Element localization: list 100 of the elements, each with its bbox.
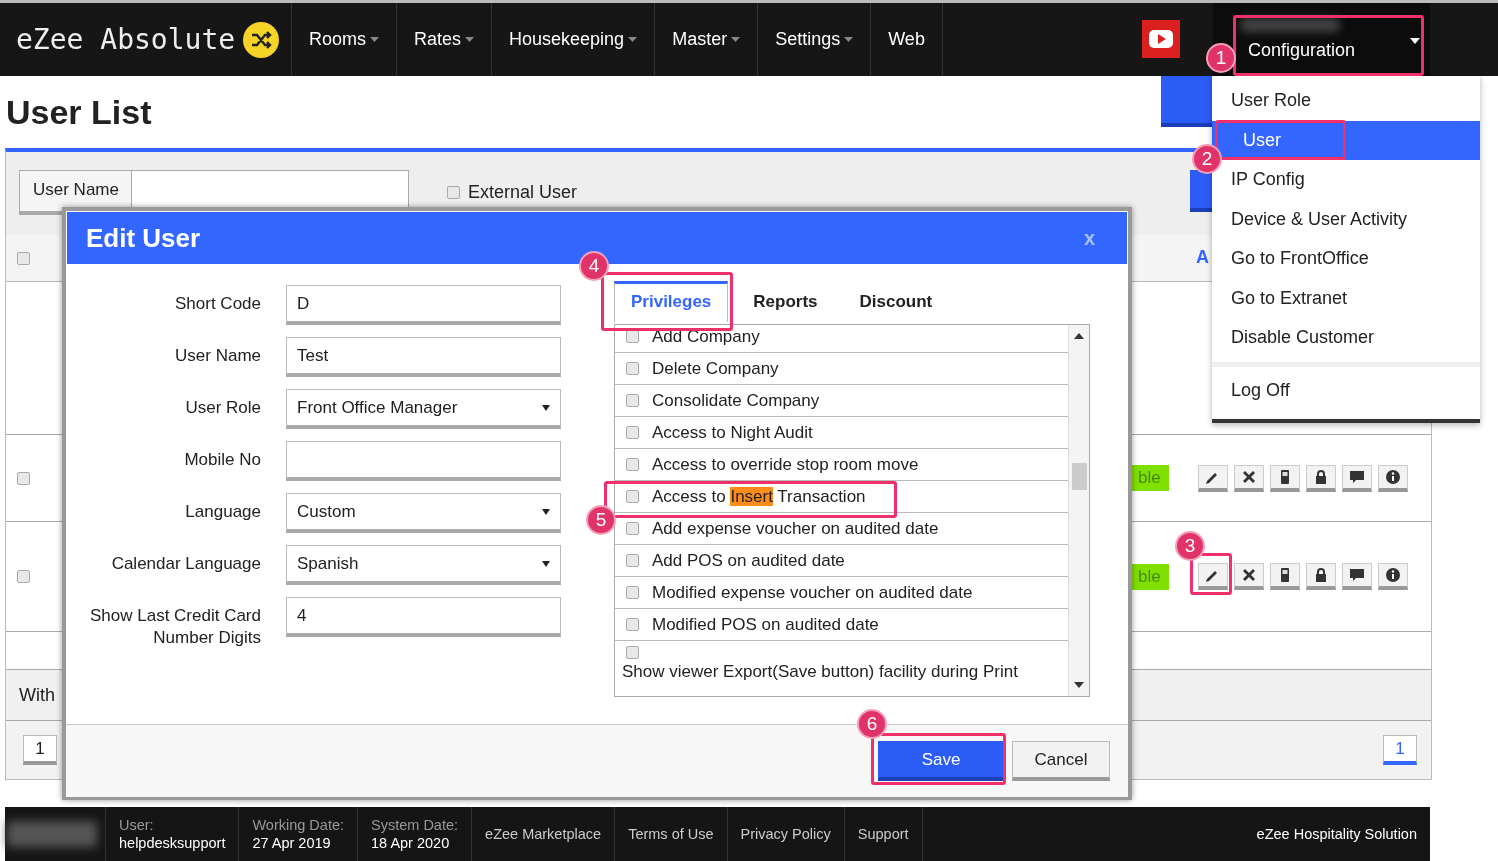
info-icon [1384, 467, 1402, 486]
info-button[interactable] [1378, 563, 1408, 590]
checkbox[interactable] [17, 471, 30, 485]
save-button[interactable]: Save [878, 741, 1004, 781]
field-label: User Name [174, 345, 261, 367]
page-button[interactable]: 1 [23, 735, 57, 765]
footer-link[interactable]: eZee Marketplace [472, 807, 616, 861]
footer-link[interactable]: Privacy Policy [727, 807, 845, 861]
info-button[interactable] [1378, 464, 1408, 492]
nav-menu-item[interactable]: Settings [758, 3, 872, 76]
menu-item[interactable]: Device & User Activity [1212, 199, 1480, 239]
page-button[interactable]: 1 [1383, 735, 1417, 765]
menu-item[interactable]: User Role [1212, 81, 1480, 121]
user-menu[interactable]: Configuration [1248, 40, 1356, 61]
nav-menu-item[interactable]: Rates [397, 3, 493, 76]
caret-icon [542, 404, 550, 411]
video-play-icon[interactable] [1142, 20, 1180, 58]
delete-button[interactable] [1234, 563, 1264, 590]
tab[interactable]: Reports [736, 282, 835, 322]
field-label: User Role [184, 397, 261, 419]
field-label: Mobile No [183, 449, 261, 471]
column-header: A [1196, 247, 1209, 268]
caret-icon [1410, 38, 1420, 44]
input-field[interactable]: 4 [286, 597, 561, 637]
checkbox[interactable] [626, 394, 639, 407]
privilege-label: Modified expense voucher on audited date [652, 582, 973, 603]
scroll-up-icon[interactable] [1074, 333, 1084, 339]
privilege-label: Add Company [652, 326, 760, 347]
checkbox-label: External User [467, 181, 577, 203]
search-button[interactable] [1161, 76, 1212, 127]
footer-link[interactable]: Terms of Use [615, 807, 728, 861]
menu-item[interactable]: IP Config [1212, 160, 1480, 200]
checkbox[interactable] [626, 362, 639, 375]
privilege-label: Add POS on audited date [652, 550, 845, 571]
nav-menu-item[interactable]: Housekeeping [492, 3, 656, 76]
privilege-label: Delete Company [652, 358, 779, 379]
nav-menu-item[interactable]: Rooms [292, 3, 397, 76]
page-title: User List [6, 93, 152, 133]
privilege-label: Consolidate Company [652, 390, 820, 411]
footer-link[interactable]: Support [844, 807, 923, 861]
input-field[interactable] [286, 441, 561, 481]
privilege-label: Add expense voucher on audited date [652, 518, 939, 539]
caret-icon [542, 508, 550, 515]
input-field[interactable]: D [286, 285, 561, 325]
footer-brand: eZee Hospitality Solution [1256, 825, 1418, 844]
lock-button[interactable] [1306, 563, 1336, 590]
edit-button[interactable] [1198, 464, 1228, 492]
menu-item[interactable]: Go to FrontOffice [1212, 239, 1480, 279]
footer-value: helpdesksupport [119, 835, 226, 851]
tab[interactable]: Discount [842, 282, 950, 322]
action-button[interactable] [1190, 170, 1212, 212]
footer-label: System Date: [371, 817, 459, 833]
footer-label: Working Date: [252, 817, 345, 833]
dropdown-field[interactable]: Custom [286, 493, 561, 533]
checkbox[interactable] [626, 618, 639, 631]
input-field[interactable]: Test [286, 337, 561, 377]
checkbox[interactable] [626, 554, 639, 567]
delete-button[interactable] [1234, 464, 1264, 492]
checkbox[interactable] [626, 426, 639, 439]
checkbox[interactable] [626, 458, 639, 471]
field-label: Language [184, 501, 261, 523]
scroll-thumb[interactable] [1072, 463, 1087, 490]
menu-item[interactable]: Disable Customer [1212, 318, 1480, 358]
privilege-label: Access to override stop room move [652, 454, 919, 475]
footer-label: User: [119, 817, 155, 833]
dropdown-field[interactable]: Spanish [286, 545, 561, 585]
brand-logo-text: eZee Absolute [16, 23, 236, 56]
checkbox[interactable] [626, 490, 639, 503]
nav-menu-item[interactable]: Web [871, 3, 943, 76]
lock-button[interactable] [1306, 464, 1336, 492]
comment-button[interactable] [1342, 464, 1372, 492]
field-label: Short Code [174, 293, 261, 315]
nav-menu-item[interactable]: Master [655, 3, 759, 76]
privilege-label: Access to Night Audit [652, 422, 813, 443]
edit-button[interactable] [1198, 563, 1228, 590]
menu-item[interactable]: Log Off [1212, 370, 1480, 410]
comment-button[interactable] [1342, 563, 1372, 590]
comment-icon [1348, 566, 1366, 584]
dropdown-field[interactable]: Front Office Manager [286, 389, 561, 429]
checkbox[interactable] [626, 586, 639, 599]
tab[interactable]: Privileges [614, 281, 729, 322]
mobile-phone-button[interactable] [1270, 464, 1300, 492]
dialog-title: Edit User [86, 222, 201, 254]
privilege-label: Modified POS on audited date [652, 614, 879, 635]
scroll-down-icon[interactable] [1074, 682, 1084, 688]
table-footer-text: With [19, 684, 55, 706]
checkbox[interactable] [626, 522, 639, 535]
checkbox[interactable] [626, 646, 639, 659]
cancel-button[interactable]: Cancel [1012, 741, 1110, 781]
privilege-label: Access to Insert Transaction [652, 486, 866, 507]
checkbox[interactable] [446, 185, 460, 199]
privilege-label: Show viewer Export(Save button) facility during Print [622, 662, 1018, 682]
scrollbar[interactable] [1068, 325, 1089, 696]
checkbox[interactable] [17, 251, 30, 265]
checkbox[interactable] [17, 570, 30, 583]
mobile-phone-button[interactable] [1270, 563, 1300, 590]
menu-item[interactable]: Go to Extranet [1212, 278, 1480, 318]
shuffle-icon[interactable] [243, 21, 280, 58]
caret-icon [542, 560, 550, 567]
field-label: Show Last Credit Card Number Digits [88, 605, 261, 649]
